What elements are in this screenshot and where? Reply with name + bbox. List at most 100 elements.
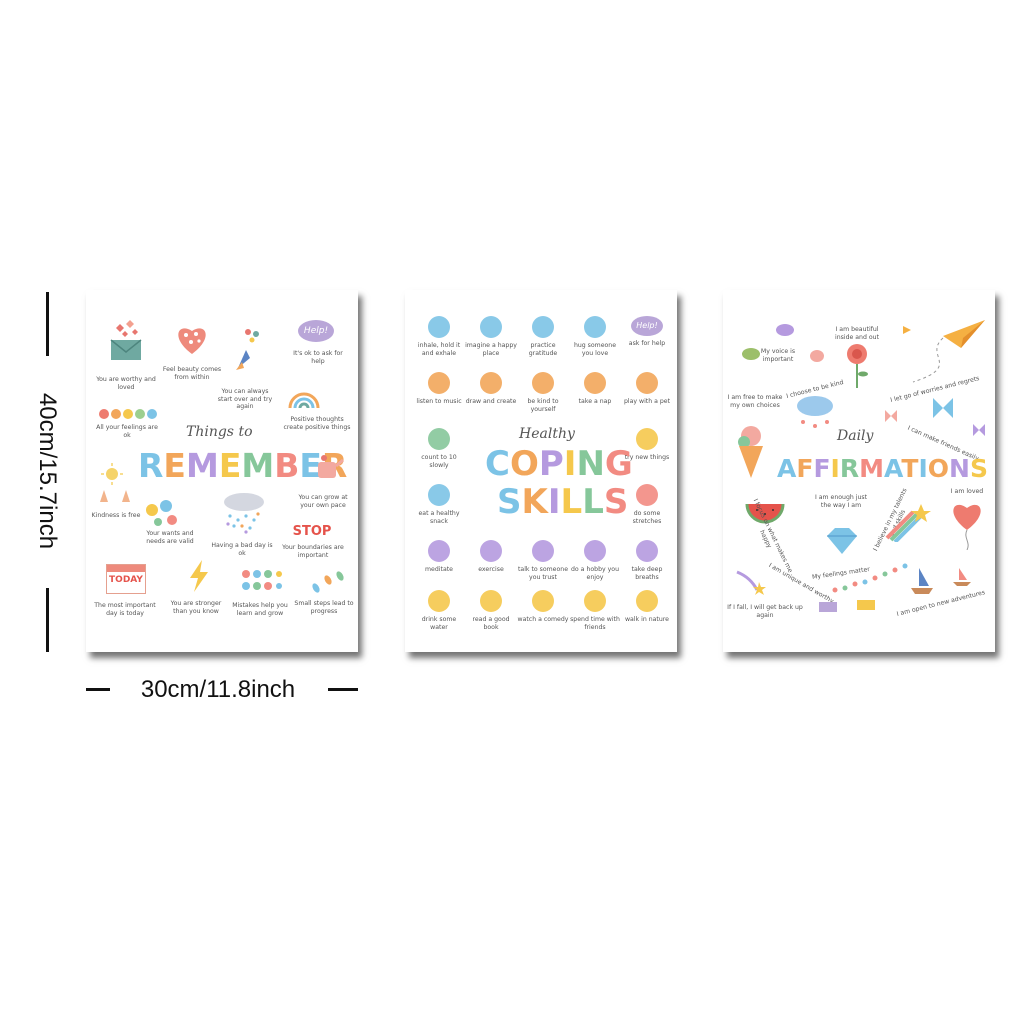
poster2-title-big-2: SKILLS (497, 482, 628, 522)
coping-skill-icon (532, 372, 554, 394)
coping-skill-icon (480, 372, 502, 394)
height-bar-top (46, 292, 49, 356)
coping-skill-tile: practice gratitude (517, 316, 569, 357)
item-start-over: You can always start over and try again (217, 388, 273, 410)
poster3-title-big: AFFIRMATIONS (777, 454, 988, 483)
remember-letter: B (274, 446, 300, 485)
coping-skill-label: eat a healthy snack (418, 510, 460, 525)
coping-skill-icon (636, 372, 658, 394)
item-feelings-ok: All your feelings are ok (96, 424, 158, 439)
coping-skill-label: do a hobby you enjoy (571, 566, 619, 581)
coping-skill-label: be kind to yourself (527, 398, 559, 413)
affirmations-letter: F (813, 454, 831, 483)
coping-skill-label: drink some water (421, 616, 457, 631)
affirmations-letter: I (830, 454, 840, 483)
affirm-free-choices: I am free to make my own choices (727, 394, 783, 409)
coping-skill-icon (584, 316, 606, 338)
affirm-get-back-up: If I fall, I will get back up again (727, 604, 803, 619)
coping-skill-label: read a good book (472, 616, 510, 631)
coping-skill-icon (636, 484, 658, 506)
affirm-loved: I am loved (950, 488, 984, 495)
lightning-icon (190, 560, 208, 592)
coping-skill-label: watch a comedy (517, 616, 569, 623)
coping-skill-tile: eat a healthy snack (413, 484, 465, 525)
coping-skill-label: draw and create (465, 398, 517, 405)
item-ask-help: It's ok to ask for help (293, 350, 343, 365)
rocket-icon (236, 329, 259, 370)
coping-skill-icon (480, 590, 502, 612)
coping-skill-tile: inhale, hold it and exhale (413, 316, 465, 357)
poster-healthy-coping-skills: inhale, hold it and exhale imagine a happ… (405, 290, 677, 652)
coping-skill-icon (636, 590, 658, 612)
coping-skill-tile: read a good book (465, 590, 517, 631)
affirmations-letter: A (777, 454, 797, 483)
poster3-title-script: Daily (837, 428, 874, 444)
calendar-today-icon: TODAY (106, 564, 146, 594)
poster2-title-big-1: COPING (485, 444, 633, 484)
coping-skill-tile: take deep breaths (621, 540, 673, 581)
width-bar-right (328, 688, 358, 691)
item-grow-own-pace: You can grow at your own pace (298, 494, 348, 509)
coping-skill-tile: listen to music (413, 372, 465, 406)
coping-skill-label: talk to someone you trust (517, 566, 569, 581)
coping-skill-icon (532, 316, 554, 338)
skills-letter: I (547, 482, 561, 522)
coping-skill-label: inhale, hold it and exhale (417, 342, 461, 357)
height-label: 40cm/15.7inch (34, 392, 61, 550)
coping-skill-icon (584, 590, 606, 612)
coping-skill-label: count to 10 slowly (421, 454, 457, 469)
affirmations-letter: R (839, 454, 860, 483)
coping-skill-label: imagine a happy place (465, 342, 517, 357)
poster-things-to-remember: You are worthy and loved Feel beauty com… (86, 290, 358, 652)
heart-balloon-icon (953, 504, 981, 550)
remember-letter: M (241, 446, 275, 485)
affirmations-letter: N (949, 454, 970, 483)
coping-skill-label: ask for help (628, 340, 666, 347)
coping-skill-label: take deep breaths (631, 566, 663, 581)
coping-skill-icon (584, 372, 606, 394)
coping-skill-icon (480, 316, 502, 338)
shooting-star-icon (736, 570, 766, 595)
item-kindness-free: Kindness is free (91, 512, 141, 519)
coping-skill-tile: Help! ask for help (621, 316, 673, 348)
ice-cream-icon (738, 426, 763, 478)
width-label: 30cm/11.8inch (140, 676, 296, 703)
remember-letter: M (185, 446, 219, 485)
affirmations-letter: M (859, 454, 884, 483)
coping-skill-tile: spend time with friends (569, 590, 621, 631)
coping-skill-tile: walk in nature (621, 590, 673, 624)
affirmations-letter: I (918, 454, 928, 483)
coping-letter: I (563, 444, 577, 484)
help-speech-bubble: Help! (298, 320, 334, 342)
sun-icon (101, 463, 123, 485)
affirm-beautiful: I am beautiful inside and out (834, 326, 880, 341)
coping-skill-tile: draw and create (465, 372, 517, 406)
coping-skill-tile: take a nap (569, 372, 621, 406)
coping-skill-label: exercise (478, 566, 504, 573)
coping-letter: C (485, 444, 510, 484)
item-beauty-within: Feel beauty comes from within (162, 366, 222, 381)
affirmations-letter: F (796, 454, 814, 483)
coping-skill-tile: hug someone you love (569, 316, 621, 357)
coping-skill-label: take a nap (578, 398, 612, 405)
affirm-voice: My voice is important (760, 348, 796, 363)
coping-skill-icon (428, 484, 450, 506)
affirmations-letter: A (883, 454, 902, 483)
coping-skill-icon (532, 590, 554, 612)
affirmations-letter: T (901, 454, 919, 483)
tickets-icon (819, 600, 875, 612)
coping-letter: O (509, 444, 539, 484)
stop-sign: STOP (292, 524, 332, 539)
footsteps-icon (312, 571, 344, 593)
coping-skill-tile: drink some water (413, 590, 465, 631)
checklist-icon (242, 570, 282, 590)
coping-letter: G (604, 444, 633, 484)
coping-skill-label: hug someone you love (573, 342, 617, 357)
coping-skill-icon (636, 540, 658, 562)
coping-skill-tile: watch a comedy (517, 590, 569, 624)
coping-skill-icon (428, 372, 450, 394)
remember-letter: E (218, 446, 242, 485)
puzzle-flowers-icon (146, 500, 177, 526)
coping-skill-tile: do some stretches (621, 484, 673, 525)
envelope-hearts-icon (110, 320, 142, 360)
